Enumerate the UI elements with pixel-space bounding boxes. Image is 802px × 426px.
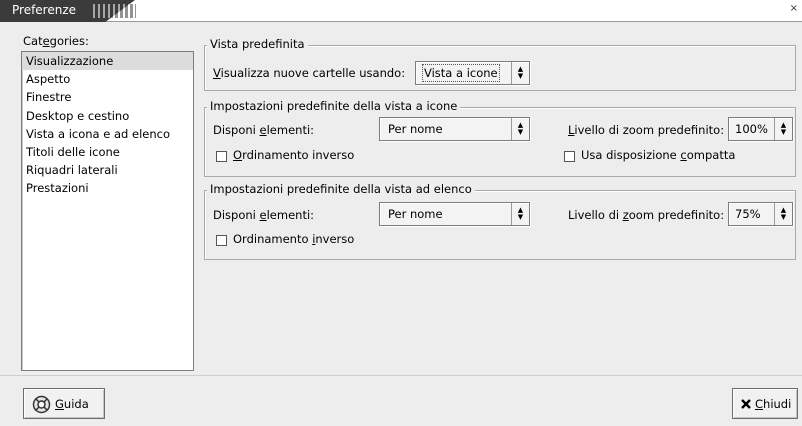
default-view-label: Visualizza nuove cartelle usando: (213, 66, 406, 80)
category-item-desktop-cestino[interactable]: Desktop e cestino (22, 107, 193, 125)
icon-arrange-combo[interactable]: Per nome ▲ ▼ (379, 117, 530, 141)
category-item-finestre[interactable]: Finestre (22, 88, 193, 106)
window-close-icon[interactable]: × (790, 3, 798, 14)
list-arrange-combo[interactable]: Per nome ▲ ▼ (379, 202, 530, 226)
close-x-icon (740, 398, 752, 413)
help-button-label: Guida (55, 397, 89, 411)
combo-arrows-icon: ▲ ▼ (774, 118, 792, 140)
category-item-riquadri-laterali[interactable]: Riquadri laterali (22, 161, 193, 179)
list-view-legend: Impostazioni predefinite della vista ad … (207, 182, 475, 196)
list-reverse-checkbox[interactable] (216, 235, 227, 246)
combo-arrows-icon: ▲ ▼ (774, 203, 792, 225)
icon-arrange-label: Disponi elementi: (213, 123, 315, 137)
title-bar[interactable]: Preferenze × (0, 0, 802, 22)
icon-zoom-value: 100% (735, 122, 768, 136)
category-item-visualizzazione[interactable]: Visualizzazione (22, 52, 193, 71)
category-item-titoli-icone[interactable]: Titoli delle icone (22, 143, 193, 161)
list-arrange-label: Disponi elementi: (213, 208, 315, 222)
combo-arrows-icon: ▲ ▼ (511, 62, 529, 84)
icon-view-legend: Impostazioni predefinite della vista a i… (207, 99, 461, 113)
compact-layout-checkbox[interactable] (564, 151, 575, 162)
title-decoration (90, 4, 136, 18)
list-reverse-label[interactable]: Ordinamento inverso (233, 232, 354, 246)
close-button[interactable]: Chiudi (732, 388, 798, 419)
combo-arrows-icon: ▲ ▼ (511, 118, 529, 140)
combo-arrows-icon: ▲ ▼ (511, 203, 529, 225)
category-item-vista-icona-elenco[interactable]: Vista a icona e ad elenco (22, 125, 193, 143)
list-zoom-value: 75% (735, 207, 761, 221)
categories-label: Categories: (23, 34, 89, 48)
compact-layout-label[interactable]: Usa disposizione compatta (581, 148, 735, 162)
icon-zoom-label: Livello di zoom predefinito: (568, 123, 725, 137)
category-item-aspetto[interactable]: Aspetto (22, 70, 193, 88)
icon-reverse-label[interactable]: Ordinamento inverso (233, 148, 354, 162)
categories-list[interactable]: Visualizzazione Aspetto Finestre Desktop… (21, 51, 194, 371)
category-item-prestazioni[interactable]: Prestazioni (22, 179, 193, 197)
icon-arrange-value: Per nome (388, 122, 443, 136)
default-view-legend: Vista predefinita (207, 37, 308, 51)
icon-reverse-checkbox[interactable] (216, 151, 227, 162)
footer-separator (0, 375, 802, 376)
list-zoom-label: Livello di zoom predefinito: (568, 208, 725, 222)
help-lifebuoy-icon (32, 395, 51, 417)
default-view-combo[interactable]: Vista a icone ▲ ▼ (415, 61, 530, 85)
close-button-label: Chiudi (755, 397, 792, 411)
help-button[interactable]: Guida (23, 388, 105, 419)
default-view-value: Vista a icone (422, 64, 500, 82)
list-arrange-value: Per nome (388, 207, 443, 221)
window-title: Preferenze (12, 3, 77, 17)
list-zoom-combo[interactable]: 75% ▲ ▼ (728, 202, 793, 226)
icon-zoom-combo[interactable]: 100% ▲ ▼ (728, 117, 793, 141)
